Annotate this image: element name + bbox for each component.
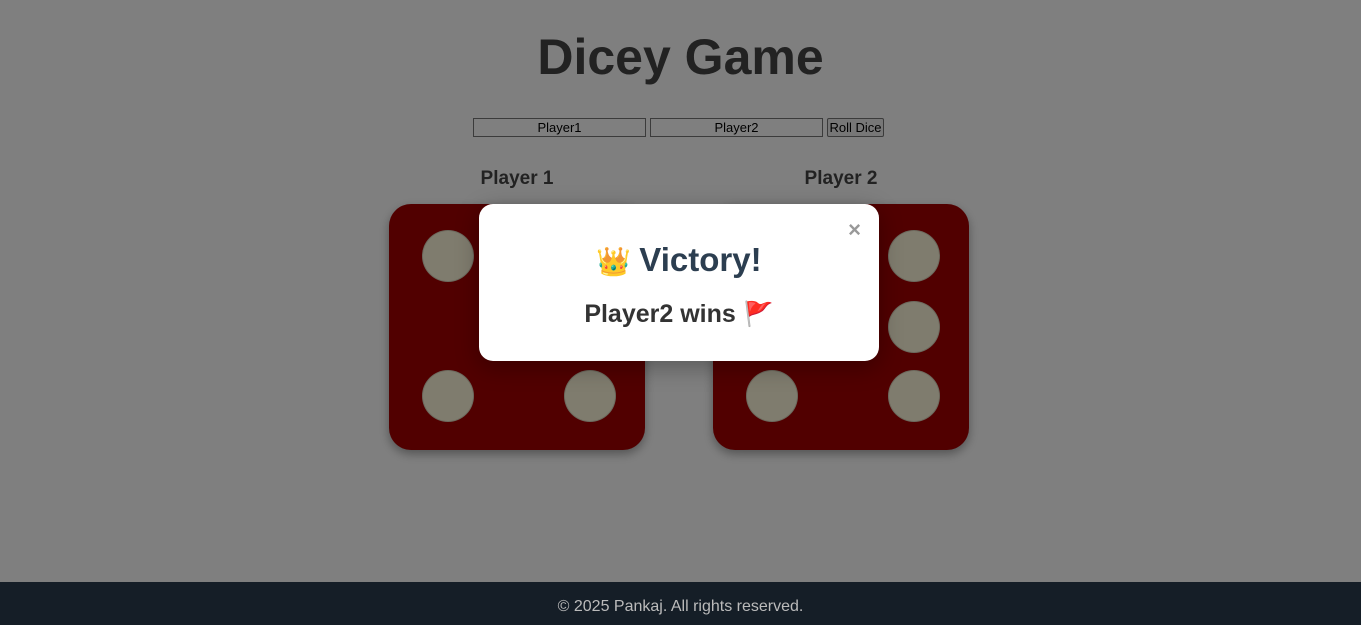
footer: © 2025 Pankaj. All rights reserved. — [0, 582, 1361, 625]
modal-heading: 👑 Victory! — [479, 240, 879, 282]
victory-modal: × 👑 Victory! Player2 wins 🚩 — [479, 204, 879, 361]
flag-icon: 🚩 — [743, 301, 774, 328]
close-icon[interactable]: × — [848, 218, 861, 242]
crown-icon: 👑 — [596, 246, 632, 277]
winner-message: Player2 wins 🚩 — [479, 298, 879, 331]
copyright-text: © 2025 Pankaj. All rights reserved. — [557, 598, 804, 615]
winner-message-text: Player2 wins — [584, 300, 736, 328]
modal-heading-text: Victory! — [639, 241, 762, 278]
